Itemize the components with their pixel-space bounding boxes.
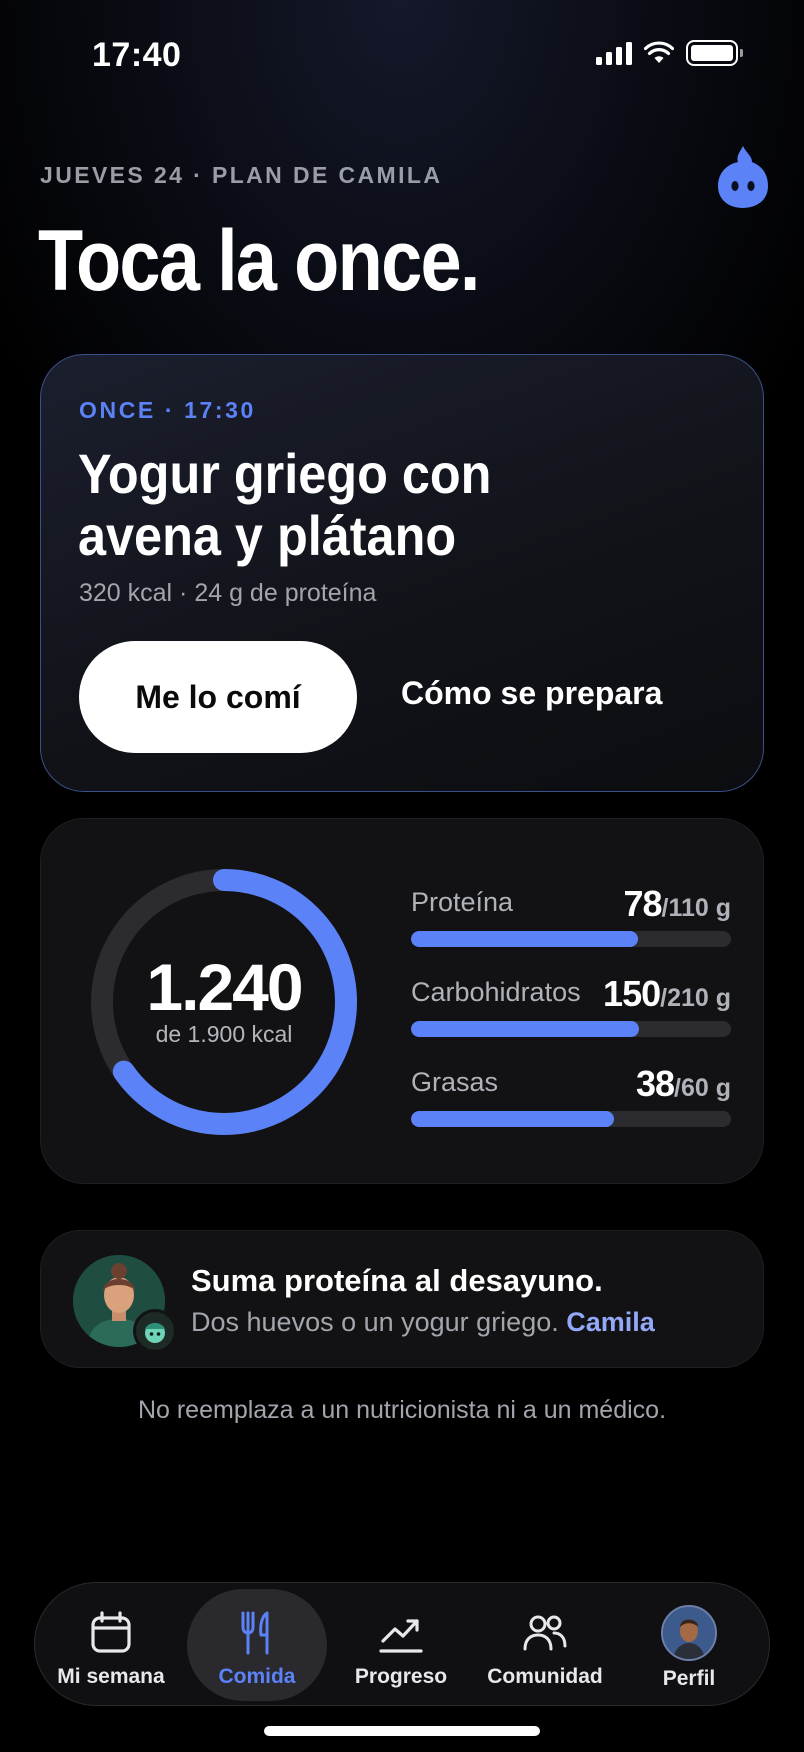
macro-name: Carbohidratos (411, 977, 581, 1007)
macro-name: Grasas (411, 1067, 499, 1097)
how-to-prepare-link[interactable]: Cómo se prepara (401, 675, 662, 712)
mascot-badge-icon (133, 1309, 177, 1353)
wifi-icon (644, 41, 674, 63)
fork-knife-icon (241, 1611, 269, 1655)
macro-value: 150/210 g (603, 973, 731, 1014)
tab-comunidad[interactable]: Comunidad (475, 1589, 615, 1701)
tab-label: Mi semana (57, 1665, 165, 1688)
tab-label: Progreso (354, 1665, 448, 1688)
battery-icon (686, 40, 743, 66)
coach-tip-card[interactable]: Suma proteína al desayuno. Dos huevos o … (40, 1230, 764, 1368)
macro-progress-bar (411, 931, 731, 947)
medical-disclaimer: No reemplaza a un nutricionista ni a un … (137, 1396, 667, 1424)
meal-title: Yogur griego con avena y plátano (78, 442, 492, 567)
tab-progreso[interactable]: Progreso (331, 1589, 471, 1701)
tip-title: Suma proteína al desayuno. (191, 1263, 603, 1298)
calories-consumed: 1.240 (146, 950, 303, 1024)
people-icon (523, 1615, 567, 1651)
meal-nutrition-summary: 320 kcal · 24 g de proteína (79, 579, 377, 607)
status-icons (596, 40, 743, 66)
home-indicator[interactable] (264, 1726, 540, 1736)
macro-value: 78/110 g (623, 883, 731, 924)
calendar-icon (91, 1611, 131, 1653)
page-title: Toca la once. (38, 213, 480, 309)
macro-value: 38/60 g (635, 1063, 731, 1104)
next-meal-card[interactable]: ONCE · 17:30 Yogur griego con avena y pl… (40, 354, 764, 792)
mascot-icon[interactable] (716, 142, 770, 210)
macro-progress-fill (411, 1111, 614, 1127)
tab-mi-semana[interactable]: Mi semana (41, 1589, 181, 1701)
macro-progress-fill (411, 1021, 640, 1037)
macro-progress-bar (411, 1021, 731, 1037)
meal-time-label: ONCE · 17:30 (79, 397, 256, 423)
tab-bar: Mi semana Comida Progreso Comunidad Perf… (34, 1582, 770, 1706)
tip-author-link[interactable]: Camila (566, 1307, 655, 1337)
status-bar: 17:40 (0, 0, 804, 110)
tab-perfil[interactable]: Perfil (619, 1589, 759, 1701)
calories-goal: de 1.900 kcal (155, 1021, 293, 1047)
status-time: 17:40 (92, 36, 182, 74)
macro-progress-fill (411, 931, 638, 947)
tab-label: Perfil (662, 1667, 716, 1690)
tab-comida[interactable]: Comida (187, 1589, 327, 1701)
date-plan-label: JUEVES 24 · PLAN DE CAMILA (40, 162, 443, 188)
tab-label: Comida (218, 1665, 296, 1688)
mark-eaten-button[interactable]: Me lo comí (79, 641, 357, 753)
macro-progress-bar (411, 1111, 731, 1127)
daily-macros-card: 1.240 de 1.900 kcal Proteína 78/110 g Ca… (40, 818, 764, 1184)
profile-avatar (661, 1605, 717, 1661)
tab-label: Comunidad (487, 1665, 603, 1688)
tip-body: Dos huevos o un yogur griego. Camila (191, 1307, 655, 1337)
macro-name: Proteína (411, 887, 514, 917)
cellular-signal-icon (596, 41, 632, 65)
trend-chart-icon (379, 1619, 423, 1653)
